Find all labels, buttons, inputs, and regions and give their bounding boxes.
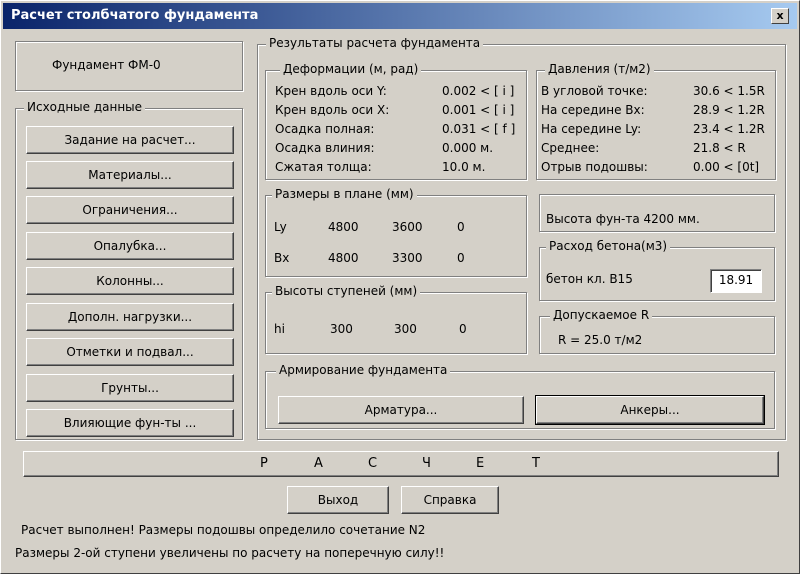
- constraints-button[interactable]: Ограничения...: [26, 196, 234, 224]
- pressure-label-3: Среднее:: [541, 141, 600, 155]
- pressure-label-0: В угловой точке:: [541, 84, 648, 98]
- initial-data-group: Исходные данные Задание на расчет... Мат…: [15, 100, 243, 440]
- pressure-value-2: 23.4 < 1.2R: [693, 122, 765, 136]
- pressures-group: Давления (т/м2) В угловой точке: 30.6 < …: [536, 62, 776, 180]
- steps-1: 300: [330, 322, 353, 336]
- plan-dimensions-legend: Размеры в плане (мм): [272, 187, 417, 201]
- plan-dimensions-group: Размеры в плане (мм) Ly 4800 3600 0 Bx 4…: [265, 187, 527, 277]
- plan-label-bx: Bx: [274, 251, 290, 265]
- window-title: Расчет столбчатого фундамента: [11, 8, 259, 23]
- calculate-button[interactable]: Р А С Ч Е Т: [23, 451, 779, 477]
- pressure-value-3: 21.8 < R: [693, 141, 746, 155]
- task-button[interactable]: Задание на расчет...: [26, 126, 234, 154]
- concrete-legend: Расход бетона(м3): [546, 239, 671, 253]
- dialog-window: Расчет столбчатого фундамента x Фундамен…: [0, 0, 800, 574]
- anchors-button[interactable]: Анкеры...: [535, 395, 765, 425]
- formwork-button[interactable]: Опалубка...: [26, 232, 234, 260]
- deformations-legend: Деформации (м, рад): [280, 62, 422, 76]
- foundation-height: Высота фун-та 4200 мм.: [546, 212, 700, 226]
- allowed-r-legend: Допускаемое R: [550, 308, 653, 322]
- calculate-letter-2: С: [368, 456, 378, 471]
- soils-button[interactable]: Грунты...: [26, 374, 234, 402]
- pressure-label-4: Отрыв подошвы:: [541, 160, 648, 174]
- plan-bx-3: 0: [457, 251, 465, 265]
- exit-button[interactable]: Выход: [287, 486, 389, 514]
- deform-label-3: Осадка влиния:: [275, 141, 375, 155]
- results-legend: Результаты расчета фундамента: [266, 36, 484, 50]
- reinforcement-group: Армирование фундамента Арматура... Анкер…: [265, 363, 775, 429]
- deform-value-2: 0.031 < [ f ]: [442, 122, 516, 136]
- foundation-name-box: Фундамент ФМ-0: [15, 41, 243, 91]
- plan-bx-2: 3300: [392, 251, 423, 265]
- deformations-group: Деформации (м, рад) Крен вдоль оси Y: 0.…: [265, 62, 527, 180]
- extra-loads-button[interactable]: Дополн. нагрузки...: [26, 303, 234, 331]
- columns-button[interactable]: Колонны...: [26, 267, 234, 295]
- plan-ly-2: 3600: [392, 220, 423, 234]
- deform-label-0: Крен вдоль оси Y:: [275, 84, 387, 98]
- step-heights-legend: Высоты ступеней (мм): [272, 284, 421, 298]
- steps-label: hi: [274, 322, 285, 336]
- help-button[interactable]: Справка: [401, 486, 499, 514]
- calculate-letter-3: Ч: [422, 456, 431, 471]
- deform-label-4: Сжатая толща:: [275, 160, 372, 174]
- pressure-value-4: 0.00 < [0t]: [693, 160, 760, 174]
- plan-bx-1: 4800: [328, 251, 359, 265]
- steps-2: 300: [394, 322, 417, 336]
- deform-value-1: 0.001 < [ i ]: [442, 103, 515, 117]
- calculate-letter-1: А: [314, 456, 323, 471]
- plan-ly-1: 4800: [328, 220, 359, 234]
- calculate-letter-4: Е: [476, 456, 485, 471]
- rebar-button[interactable]: Арматура...: [278, 396, 524, 424]
- concrete-label: бетон кл. B15: [546, 272, 633, 286]
- foundation-name: Фундамент ФМ-0: [52, 58, 161, 72]
- status-message-1: Расчет выполнен! Размеры подошвы определ…: [21, 523, 426, 537]
- title-bar[interactable]: Расчет столбчатого фундамента x: [3, 3, 797, 29]
- deform-value-0: 0.002 < [ i ]: [442, 84, 515, 98]
- initial-data-legend: Исходные данные: [24, 100, 146, 114]
- plan-ly-3: 0: [457, 220, 465, 234]
- concrete-volume-field[interactable]: 18.91: [710, 269, 762, 293]
- pressure-label-2: На середине Ly:: [541, 122, 642, 136]
- status-message-2: Размеры 2-ой ступени увеличены по расчет…: [15, 546, 445, 560]
- allowed-r-group: Допускаемое R R = 25.0 т/м2: [539, 308, 775, 354]
- plan-label-ly: Ly: [274, 220, 287, 234]
- step-heights-group: Высоты ступеней (мм) hi 300 300 0: [265, 284, 527, 354]
- pressure-label-1: На середине Bx:: [541, 103, 645, 117]
- deform-label-1: Крен вдоль оси X:: [275, 103, 390, 117]
- reinforcement-legend: Армирование фундамента: [276, 363, 451, 377]
- pressures-legend: Давления (т/м2): [545, 62, 654, 76]
- concrete-group: Расход бетона(м3) бетон кл. B15 18.91: [539, 239, 775, 301]
- close-icon[interactable]: x: [771, 8, 789, 24]
- influencing-foundations-button[interactable]: Влияющие фун-ты ...: [26, 409, 234, 437]
- deform-label-2: Осадка полная:: [275, 122, 375, 136]
- calculate-letter-5: Т: [532, 456, 540, 471]
- deform-value-3: 0.000 м.: [442, 141, 494, 155]
- levels-basement-button[interactable]: Отметки и подвал...: [26, 338, 234, 366]
- materials-button[interactable]: Материалы...: [26, 161, 234, 189]
- pressure-value-1: 28.9 < 1.2R: [693, 103, 765, 117]
- pressure-value-0: 30.6 < 1.5R: [693, 84, 765, 98]
- foundation-height-box: Высота фун-та 4200 мм.: [539, 194, 775, 232]
- deform-value-4: 10.0 м.: [442, 160, 486, 174]
- calculate-letter-0: Р: [260, 456, 268, 471]
- allowed-r-value: R = 25.0 т/м2: [558, 333, 643, 347]
- steps-3: 0: [459, 322, 467, 336]
